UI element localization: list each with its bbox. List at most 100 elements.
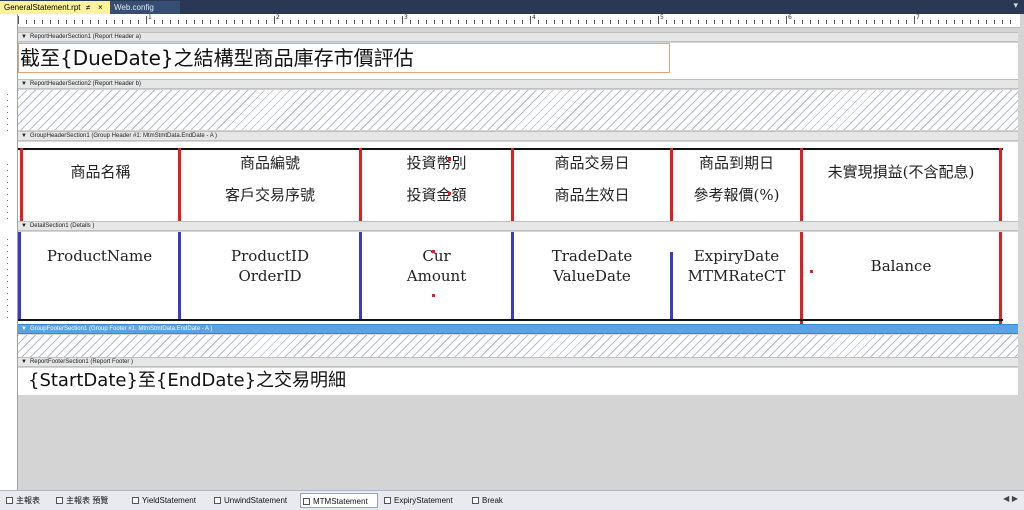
- ruler-number: 3: [404, 14, 408, 21]
- cell-text: 客戶交易序號: [224, 186, 315, 204]
- ruler-tick: [674, 20, 675, 24]
- resize-handle[interactable]: [432, 294, 435, 297]
- cell-text: 商品交易日: [554, 154, 630, 172]
- report-tab-1[interactable]: 主報表 預覽: [54, 493, 126, 508]
- ruler-tick: [810, 20, 811, 24]
- close-icon[interactable]: ×: [98, 1, 103, 14]
- ruler-tick: [714, 20, 715, 24]
- ruler-tick: [546, 20, 547, 24]
- field-product-id[interactable]: ProductID OrderID: [181, 246, 359, 286]
- band-report-header-a[interactable]: ▼ ReportHeaderSection1 (Report Header a): [18, 32, 1018, 42]
- ruler-tick: [42, 20, 43, 24]
- ruler-tick: [178, 20, 179, 24]
- band-label: ReportFooterSection1 (Report Footer ): [29, 359, 133, 365]
- cell-text: Balance: [870, 257, 932, 275]
- report-tab-3[interactable]: UnwindStatement: [212, 493, 296, 508]
- tab-scroll-arrows[interactable]: ◀ ▶: [1003, 494, 1018, 503]
- ruler-tick: [690, 20, 691, 24]
- section-report-header-b: [18, 90, 1018, 130]
- collapse-arrow-icon[interactable]: ▼: [21, 222, 27, 231]
- collapse-arrow-icon[interactable]: ▼: [21, 358, 27, 367]
- band-group-footer[interactable]: ▼ GroupFooterSection1 (Group Footer #1: M…: [18, 324, 1018, 334]
- field-product-name[interactable]: ProductName: [21, 246, 178, 266]
- tab-webconfig[interactable]: Web.config: [110, 1, 180, 14]
- ruler-tick: [770, 20, 771, 24]
- ruler-tick: [802, 20, 803, 24]
- ruler-tick: [130, 20, 131, 24]
- ruler-tick: [218, 20, 219, 24]
- band-group-header[interactable]: ▼ GroupHeaderSection1 (Group Header #1: M…: [18, 131, 1018, 141]
- field-expiry-date[interactable]: ExpiryDate MTMRateCT: [673, 246, 800, 286]
- footer-date-range-field[interactable]: {StartDate}至{EndDate}之交易明細: [28, 370, 346, 392]
- band-report-header-b[interactable]: ▼ ReportHeaderSection2 (Report Header b): [18, 79, 1018, 89]
- ruler-tick: [898, 20, 899, 24]
- ruler-tick: [634, 20, 635, 24]
- field-trade-date[interactable]: TradeDate ValueDate: [514, 246, 670, 286]
- ruler-tick: [922, 20, 923, 24]
- report-tab-2[interactable]: YieldStatement: [130, 493, 208, 508]
- ruler-tick: [122, 20, 123, 24]
- ruler-tick: [506, 20, 507, 24]
- resize-handle[interactable]: [448, 192, 451, 195]
- header-product-id[interactable]: 商品編號 客戶交易序號: [181, 147, 359, 211]
- tab-label: GeneralStatement.rpt: [4, 3, 81, 12]
- band-report-footer[interactable]: ▼ ReportFooterSection1 (Report Footer ): [18, 357, 1018, 367]
- ruler-tick: [522, 20, 523, 24]
- ruler-tick: [746, 20, 747, 24]
- header-currency[interactable]: 投資幣別 投資金額: [362, 147, 511, 211]
- ruler-tick: [434, 20, 435, 24]
- section-group-header: 商品名稱 商品編號 客戶交易序號 投資幣別 投資金額 商品交易日 商品生效日 商…: [18, 142, 1018, 221]
- field-balance[interactable]: Balance: [803, 256, 999, 276]
- ruler-tick: [250, 20, 251, 24]
- ruler-tick: [890, 20, 891, 24]
- report-tab-5[interactable]: ExpiryStatement: [382, 493, 466, 508]
- band-details[interactable]: ▼ DetailSection1 (Details ): [18, 221, 1018, 231]
- pin-icon[interactable]: ≠: [86, 1, 90, 14]
- ruler-tick: [306, 20, 307, 24]
- cell-text: 參考報價(%): [693, 186, 780, 204]
- header-trade-date[interactable]: 商品交易日 商品生效日: [514, 147, 670, 211]
- ruler-tick: [650, 20, 651, 24]
- field-currency[interactable]: Cur Amount: [362, 246, 511, 286]
- report-page-icon: [56, 497, 63, 504]
- ruler-tick: [242, 20, 243, 24]
- ruler-tick: [490, 20, 491, 24]
- ruler-tick: [906, 20, 907, 24]
- ruler-tick: [426, 20, 427, 24]
- cell-text: Amount: [406, 267, 467, 285]
- band-label: ReportHeaderSection2 (Report Header b): [29, 81, 142, 87]
- ruler-tick: [554, 20, 555, 24]
- report-tab-label: Break: [482, 496, 503, 505]
- ruler-tick: [610, 20, 611, 24]
- report-tab-6[interactable]: Break: [470, 493, 514, 508]
- ruler-tick: [930, 20, 931, 24]
- ruler-tick: [962, 20, 963, 24]
- resize-handle[interactable]: [432, 250, 435, 253]
- ruler-number: 7: [916, 14, 920, 21]
- crystal-report-designer: GeneralStatement.rpt ≠ × Web.config ▾ 1 2…: [0, 0, 1024, 510]
- tab-dropdown-icon[interactable]: ▾: [1013, 0, 1018, 13]
- collapse-arrow-icon[interactable]: ▼: [21, 132, 27, 141]
- resize-handle[interactable]: [448, 158, 451, 161]
- report-page-icon: [303, 498, 310, 505]
- ruler-tick: [762, 20, 763, 24]
- header-expiry-date[interactable]: 商品到期日 參考報價(%): [673, 147, 800, 211]
- resize-handle[interactable]: [810, 270, 813, 273]
- collapse-arrow-icon[interactable]: ▼: [21, 80, 27, 89]
- header-product-name[interactable]: 商品名稱: [23, 156, 178, 188]
- tab-generalstatement[interactable]: GeneralStatement.rpt ≠ ×: [0, 1, 110, 14]
- report-tab-0[interactable]: 主報表: [4, 493, 50, 508]
- ruler-number: 6: [788, 14, 792, 21]
- collapse-arrow-icon[interactable]: ▼: [21, 325, 27, 334]
- ruler-tick: [418, 20, 419, 24]
- header-unrealized-pl[interactable]: 未實現損益(不含配息): [803, 156, 999, 188]
- ruler-tick: [482, 20, 483, 24]
- collapse-arrow-icon[interactable]: ▼: [21, 33, 27, 42]
- ruler-tick: [626, 20, 627, 24]
- report-tab-4[interactable]: MTMStatement: [300, 493, 378, 508]
- report-title-field[interactable]: 截至{DueDate}之結構型商品庫存市價評估: [18, 43, 670, 73]
- report-tab-label: 主報表 預覽: [66, 496, 109, 505]
- ruler-tick: [106, 20, 107, 24]
- ruler-tick: [266, 20, 267, 24]
- ruler-tick: [682, 20, 683, 24]
